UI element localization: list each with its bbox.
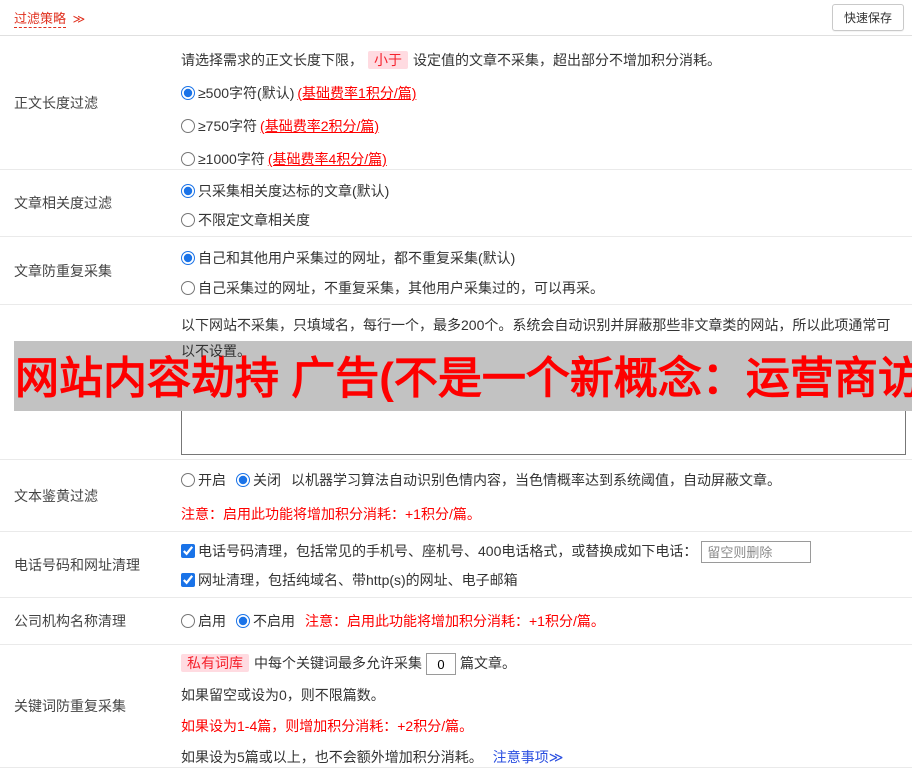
keyword-limit-line: 私有词库中每个关键词最多允许采集 篇文章。 xyxy=(181,653,906,676)
porn-filter-option-on[interactable]: 开启 xyxy=(181,472,226,488)
chevron-double-right-icon: ≫ xyxy=(548,749,564,766)
ad-banner-text: 网站内容劫持 广告(不是一个新概念：运营商访 xyxy=(15,354,912,403)
keyword-row-content: 私有词库中每个关键词最多允许采集 篇文章。 如果留空或设为0，则不限篇数。 如果设… xyxy=(181,645,912,767)
chevron-double-right-icon: ≫ xyxy=(72,12,86,26)
quick-save-button[interactable]: 快速保存 xyxy=(831,4,904,31)
topbar: 过滤策略 ≫ 快速保存 xyxy=(0,0,912,36)
company-disable-radio[interactable] xyxy=(236,614,250,628)
row-relevance-filter: 文章相关度过滤 只采集相关度达标的文章(默认) 不限定文章相关度 xyxy=(0,170,912,237)
option-text: ≥750字符 xyxy=(198,118,258,134)
porn-filter-cost-note: 注意：启用此功能将增加积分消耗：+1积分/篇。 xyxy=(181,506,481,522)
row-phone-url-cleanup: 电话号码和网址清理 电话号码清理，包括常见的手机号、座机号、400电话格式，或替… xyxy=(0,532,912,598)
less-than-badge: 小于 xyxy=(368,51,408,69)
keyword-note-five-text: 如果设为5篇或以上，也不会额外增加积分消耗。 xyxy=(181,749,483,766)
body-length-option-500[interactable]: ≥500字符(默认) (基础费率1积分/篇) xyxy=(181,83,906,104)
keyword-limit-text: 中每个关键词最多允许采集 xyxy=(254,655,422,671)
porn-filter-options-line: 开启 关闭 以机器学习算法自动识别色情内容，当色情概率达到系统阈值，自动屏蔽文章。 xyxy=(181,470,906,491)
relevance-strict-radio[interactable] xyxy=(181,184,195,198)
ad-banner-overlay: 网站内容劫持 广告(不是一个新概念：运营商访 xyxy=(14,341,912,411)
keyword-note-zero: 如果留空或设为0，则不限篇数。 xyxy=(181,687,385,704)
body-length-option-1000[interactable]: ≥1000字符 (基础费率4积分/篇) xyxy=(181,149,906,170)
phone-cleanup-line: 电话号码清理，包括常见的手机号、座机号、400电话格式，或替换成如下电话： xyxy=(181,541,906,564)
phone-url-row-label: 电话号码和网址清理 xyxy=(14,556,140,573)
porn-filter-row-label: 文本鉴黄过滤 xyxy=(14,487,98,504)
option-text: 关闭 xyxy=(253,472,281,488)
dedupe-option-global[interactable]: 自己和其他用户采集过的网址，都不重复采集(默认) xyxy=(181,248,906,269)
body-length-row-label: 正文长度过滤 xyxy=(14,94,98,111)
keyword-note-cost: 如果设为1-4篇，则增加积分消耗：+2积分/篇。 xyxy=(181,718,474,735)
option-text: 自己采集过的网址，不重复采集，其他用户采集过的，可以再采。 xyxy=(198,280,604,296)
site-filter-desc-line2: 以不设置。 xyxy=(181,343,251,359)
body-length-option-750[interactable]: ≥750字符 (基础费率2积分/篇) xyxy=(181,116,906,137)
row-anti-duplicate-collection: 文章防重复采集 自己和其他用户采集过的网址，都不重复采集(默认) 自己采集过的网… xyxy=(0,237,912,305)
dedupe-option-own[interactable]: 自己采集过的网址，不重复采集，其他用户采集过的，可以再采。 xyxy=(181,278,906,299)
intro-suffix: 设定值的文章不采集，超出部分不增加积分消耗。 xyxy=(413,52,721,68)
company-option-disable[interactable]: 不启用 xyxy=(236,613,295,629)
option-fee: (基础费率2积分/篇) xyxy=(260,118,380,134)
option-text: 启用 xyxy=(198,613,226,629)
option-text: 不限定文章相关度 xyxy=(198,212,310,228)
phone-cleanup-option[interactable]: 电话号码清理，包括常见的手机号、座机号、400电话格式，或替换成如下电话： xyxy=(181,543,697,559)
option-text: 只采集相关度达标的文章(默认) xyxy=(198,183,390,199)
body-length-1000-radio[interactable] xyxy=(181,152,195,166)
row-body-length-filter: 正文长度过滤 请选择需求的正文长度下限， 小于 设定值的文章不采集，超出部分不增加积… xyxy=(0,36,912,170)
phone-cleanup-checkbox[interactable] xyxy=(181,544,195,558)
body-length-500-radio[interactable] xyxy=(181,86,195,100)
company-enable-radio[interactable] xyxy=(181,614,195,628)
notes-link-text: 注意事项 xyxy=(492,749,549,766)
relevance-row-label: 文章相关度过滤 xyxy=(14,195,112,211)
max-articles-input[interactable] xyxy=(426,653,456,676)
option-text: ≥1000字符 xyxy=(198,151,265,167)
body-length-row-content: 请选择需求的正文长度下限， 小于 设定值的文章不采集，超出部分不增加积分消耗。 ≥5… xyxy=(181,36,912,169)
row-company-name-cleanup: 公司机构名称清理 启用 不启用 注意：启用此功能将增加积分消耗：+1积分/篇。 xyxy=(0,598,912,645)
filter-strategy-page: 过滤策略 ≫ 快速保存 正文长度过滤 请选择需求的正文长度下限， 小于 设定值的文章… xyxy=(0,0,912,768)
company-row-label: 公司机构名称清理 xyxy=(14,613,126,629)
company-cost-note: 注意：启用此功能将增加积分消耗：+1积分/篇。 xyxy=(305,613,605,629)
body-length-intro: 请选择需求的正文长度下限， 小于 设定值的文章不采集，超出部分不增加积分消耗。 xyxy=(181,50,906,71)
relevance-option-strict[interactable]: 只采集相关度达标的文章(默认) xyxy=(181,181,906,202)
option-text: 自己和其他用户采集过的网址，都不重复采集(默认) xyxy=(198,250,516,266)
body-length-750-radio[interactable] xyxy=(181,119,195,133)
option-text: ≥500字符(默认) xyxy=(198,85,295,101)
site-filter-desc-line1: 以下网站不采集，只填域名，每行一个，最多200个。系统会自动识别并屏蔽那些非文章… xyxy=(181,317,891,333)
url-cleanup-line: 网址清理，包括纯域名、带http(s)的网址、电子邮箱 xyxy=(181,570,906,591)
notes-link[interactable]: 注意事项≫ xyxy=(493,749,564,765)
url-cleanup-checkbox[interactable] xyxy=(181,573,195,588)
dedupe-row-content: 自己和其他用户采集过的网址，都不重复采集(默认) 自己采集过的网址，不重复采集，… xyxy=(181,237,912,304)
phone-url-row-content: 电话号码清理，包括常见的手机号、座机号、400电话格式，或替换成如下电话： 网址… xyxy=(181,532,912,597)
row-porn-filter: 文本鉴黄过滤 开启 关闭 以机器学习算法自动识别色情内容，当色情概率达到系统阈值，自… xyxy=(0,460,912,532)
keyword-limit-suffix: 篇文章。 xyxy=(460,655,516,671)
porn-filter-option-off[interactable]: 关闭 xyxy=(236,472,281,488)
phone-cleanup-text: 电话号码清理，包括常见的手机号、座机号、400电话格式，或替换成如下电话： xyxy=(198,543,698,559)
private-lexicon-badge: 私有词库 xyxy=(181,654,249,672)
intro-prefix: 请选择需求的正文长度下限， xyxy=(181,52,363,68)
url-cleanup-option[interactable]: 网址清理，包括纯域名、带http(s)的网址、电子邮箱 xyxy=(181,572,518,588)
company-row-content: 启用 不启用 注意：启用此功能将增加积分消耗：+1积分/篇。 xyxy=(181,598,912,644)
option-text: 不启用 xyxy=(253,613,295,629)
porn-on-radio[interactable] xyxy=(181,473,195,487)
company-option-enable[interactable]: 启用 xyxy=(181,613,226,629)
relevance-any-radio[interactable] xyxy=(181,213,195,227)
dedupe-global-radio[interactable] xyxy=(181,251,195,265)
porn-off-radio[interactable] xyxy=(236,473,250,487)
option-fee: (基础费率4积分/篇) xyxy=(267,151,387,167)
relevance-row-content: 只采集相关度达标的文章(默认) 不限定文章相关度 xyxy=(181,170,912,236)
dedupe-own-radio[interactable] xyxy=(181,281,195,295)
relevance-option-any[interactable]: 不限定文章相关度 xyxy=(181,210,906,231)
page-title-text: 过滤策略 xyxy=(14,11,67,28)
option-fee: (基础费率1积分/篇) xyxy=(297,85,417,101)
url-cleanup-text: 网址清理，包括纯域名、带http(s)的网址、电子邮箱 xyxy=(198,572,518,589)
row-keyword-dedupe: 关键词防重复采集 私有词库中每个关键词最多允许采集 篇文章。 如果留空或设为0，则… xyxy=(0,645,912,768)
keyword-row-label: 关键词防重复采集 xyxy=(14,698,126,714)
replacement-phone-input[interactable] xyxy=(701,541,812,564)
keyword-note-five: 如果设为5篇或以上，也不会额外增加积分消耗。 注意事项≫ xyxy=(181,747,906,768)
page-title[interactable]: 过滤策略 ≫ xyxy=(14,8,86,28)
option-text: 开启 xyxy=(198,472,226,488)
porn-filter-desc: 以机器学习算法自动识别色情内容，当色情概率达到系统阈值，自动屏蔽文章。 xyxy=(291,472,781,488)
company-options-line: 启用 不启用 注意：启用此功能将增加积分消耗：+1积分/篇。 xyxy=(181,611,906,632)
dedupe-row-label: 文章防重复采集 xyxy=(14,262,112,279)
porn-filter-row-content: 开启 关闭 以机器学习算法自动识别色情内容，当色情概率达到系统阈值，自动屏蔽文章。 … xyxy=(181,460,912,531)
